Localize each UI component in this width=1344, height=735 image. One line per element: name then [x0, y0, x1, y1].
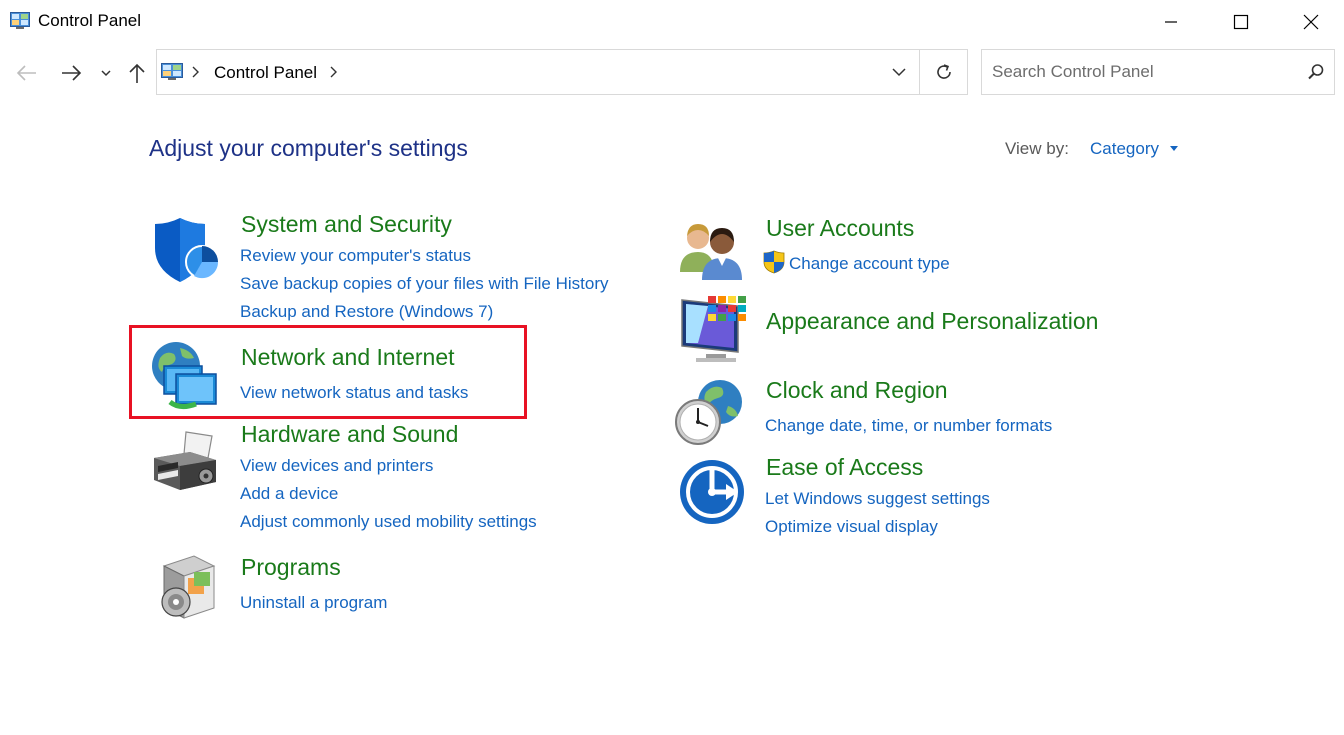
- programs-disc-icon[interactable]: [150, 552, 220, 622]
- category-hardware-and-sound[interactable]: Hardware and Sound: [241, 421, 458, 448]
- link-change-date-time-formats[interactable]: Change date, time, or number formats: [765, 416, 1052, 436]
- ease-of-access-icon[interactable]: [678, 458, 748, 528]
- up-arrow-icon: [129, 63, 145, 83]
- search-button[interactable]: [1298, 50, 1334, 94]
- category-ease-of-access[interactable]: Ease of Access: [766, 454, 923, 481]
- breadcrumb-chevron-icon[interactable]: [191, 64, 201, 85]
- search-box[interactable]: [981, 49, 1335, 95]
- category-clock-and-region[interactable]: Clock and Region: [766, 377, 948, 404]
- control-panel-location-icon: [161, 63, 183, 80]
- page-title: Adjust your computer's settings: [149, 135, 468, 161]
- highlight-box: [129, 325, 527, 419]
- close-button[interactable]: [1288, 0, 1334, 44]
- clock-globe-icon[interactable]: [674, 378, 744, 448]
- category-appearance-and-personalization[interactable]: Appearance and Personalization: [766, 308, 1098, 335]
- forward-button[interactable]: [56, 58, 86, 88]
- address-history-dropdown[interactable]: [879, 50, 919, 94]
- link-uninstall-program[interactable]: Uninstall a program: [240, 593, 387, 613]
- maximize-button[interactable]: [1218, 0, 1264, 44]
- breadcrumb-control-panel[interactable]: Control Panel: [214, 63, 317, 83]
- link-backup-and-restore[interactable]: Backup and Restore (Windows 7): [240, 302, 493, 322]
- category-system-and-security[interactable]: System and Security: [241, 211, 452, 238]
- search-icon: [1308, 64, 1324, 80]
- uac-shield-icon: [763, 250, 785, 274]
- monitor-palette-icon[interactable]: [678, 294, 748, 364]
- refresh-icon: [936, 64, 951, 79]
- category-programs[interactable]: Programs: [241, 554, 341, 581]
- link-optimize-visual-display[interactable]: Optimize visual display: [765, 517, 938, 537]
- users-icon[interactable]: [676, 212, 746, 282]
- chevron-down-icon: [101, 70, 111, 77]
- title-bar: Control Panel: [0, 0, 1344, 44]
- forward-arrow-icon: [62, 65, 82, 81]
- maximize-icon: [1233, 14, 1249, 30]
- recent-locations-button[interactable]: [96, 58, 116, 88]
- refresh-button[interactable]: [920, 50, 967, 94]
- minimize-icon: [1165, 21, 1177, 23]
- close-icon: [1303, 14, 1319, 30]
- back-button[interactable]: [12, 58, 42, 88]
- view-by-label: View by:: [1005, 139, 1069, 158]
- breadcrumb-chevron-icon[interactable]: [329, 64, 339, 85]
- shield-icon[interactable]: [150, 214, 220, 284]
- link-file-history-backup[interactable]: Save backup copies of your files with Fi…: [240, 274, 609, 294]
- printer-icon[interactable]: [150, 428, 220, 498]
- link-windows-suggest-settings[interactable]: Let Windows suggest settings: [765, 489, 990, 509]
- chevron-down-icon: [892, 68, 906, 77]
- link-review-computer-status[interactable]: Review your computer's status: [240, 246, 471, 266]
- up-button[interactable]: [122, 58, 152, 88]
- link-view-devices-printers[interactable]: View devices and printers: [240, 456, 433, 476]
- address-bar[interactable]: Control Panel: [156, 49, 968, 95]
- link-mobility-settings[interactable]: Adjust commonly used mobility settings: [240, 512, 537, 532]
- view-by-dropdown[interactable]: Category: [1090, 139, 1159, 159]
- search-input[interactable]: [982, 50, 1292, 94]
- window-title: Control Panel: [38, 11, 142, 30]
- back-arrow-icon: [16, 65, 36, 81]
- link-change-account-type[interactable]: Change account type: [789, 254, 950, 274]
- control-panel-app-icon: [10, 12, 30, 29]
- caret-down-icon[interactable]: [1170, 146, 1178, 152]
- category-user-accounts[interactable]: User Accounts: [766, 215, 914, 242]
- link-add-device[interactable]: Add a device: [240, 484, 338, 504]
- minimize-button[interactable]: [1148, 0, 1194, 44]
